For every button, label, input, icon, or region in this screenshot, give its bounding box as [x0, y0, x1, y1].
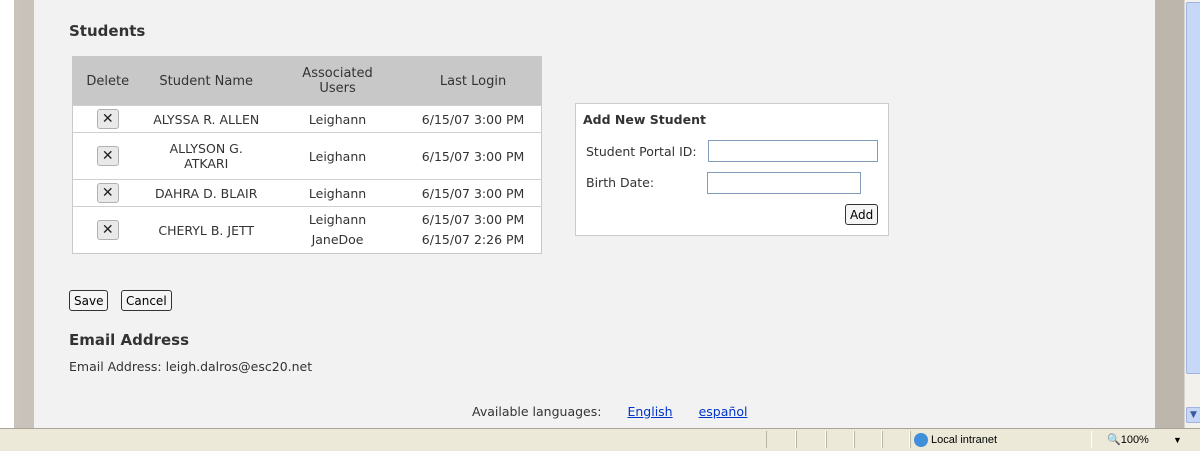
zoom-magnifier-icon: 🔍 — [1107, 434, 1121, 446]
languages-bar: Available languages: English español — [472, 404, 747, 419]
zoom-level[interactable]: 🔍100% — [1107, 432, 1149, 448]
associated-users-cell: Leighann — [269, 179, 406, 207]
delete-cell: ✕ — [72, 105, 143, 133]
page-content: Students Delete Student Name Associated … — [34, 0, 1155, 428]
save-button[interactable]: Save — [69, 290, 109, 311]
last-login-cell: 6/15/07 3:00 PM — [405, 179, 542, 207]
zoom-dropdown-icon[interactable]: ▼ — [1173, 432, 1182, 448]
students-table: Delete Student Name Associated Users Las… — [72, 56, 542, 254]
student-portal-id-input[interactable] — [708, 140, 878, 162]
left-margin-border — [14, 0, 20, 428]
table-row: ✕ ALLYSON G. ATKARI Leighann 6/15/07 3:0… — [72, 132, 542, 180]
delete-student-button[interactable]: ✕ — [96, 220, 119, 240]
delete-cell: ✕ — [72, 132, 143, 180]
left-margin — [0, 0, 14, 428]
add-new-student-title: Add New Student — [583, 112, 706, 127]
birth-date-input[interactable] — [707, 172, 861, 194]
student-portal-id-label: Student Portal ID: — [586, 144, 697, 159]
status-bar: Local intranet 🔍100% ▼ — [0, 428, 1200, 451]
add-new-student-panel: Add New Student Student Portal ID: Birth… — [575, 103, 889, 236]
security-zone-label: Local intranet — [931, 434, 998, 446]
scrollbar-thumb[interactable] — [1186, 2, 1200, 374]
associated-users-cell: Leighann — [269, 132, 406, 180]
column-header-student-name: Student Name — [142, 56, 270, 106]
table-row: ✕ ALYSSA R. ALLEN Leighann 6/15/07 3:00 … — [72, 105, 542, 133]
delete-student-button[interactable]: ✕ — [96, 146, 119, 166]
last-login-cell: 6/15/07 3:00 PM — [405, 105, 542, 133]
delete-cell: ✕ — [72, 206, 143, 254]
email-heading: Email Address — [69, 331, 190, 349]
status-cell — [826, 431, 854, 448]
table-row: ✕ DAHRA D. BLAIR Leighann 6/15/07 3:00 P… — [72, 179, 542, 207]
associated-users-cell: Leighann — [269, 105, 406, 133]
intranet-globe-icon — [914, 433, 928, 448]
associated-users-cell: Leighann JaneDoe — [269, 206, 406, 254]
delete-student-button[interactable]: ✕ — [96, 109, 119, 129]
table-header-row: Delete Student Name Associated Users Las… — [72, 56, 542, 106]
last-login-cell: 6/15/07 3:00 PM — [405, 132, 542, 180]
scroll-down-arrow-icon[interactable]: ▼ — [1186, 407, 1200, 423]
vertical-scrollbar[interactable]: ▼ — [1184, 0, 1200, 428]
add-student-button[interactable]: Add — [845, 204, 879, 225]
status-cell — [854, 431, 882, 448]
student-name-cell: DAHRA D. BLAIR — [142, 179, 270, 207]
right-margin — [1155, 0, 1184, 428]
column-header-associated-users: Associated Users — [269, 56, 406, 106]
language-link-english[interactable]: English — [627, 404, 672, 419]
birth-date-label: Birth Date: — [586, 175, 655, 190]
student-name-cell: CHERYL B. JETT — [142, 206, 270, 254]
zoom-level-label: 100% — [1120, 434, 1149, 446]
delete-student-button[interactable]: ✕ — [96, 183, 119, 203]
student-name-cell: ALYSSA R. ALLEN — [142, 105, 270, 133]
status-cell — [796, 431, 826, 448]
column-header-last-login: Last Login — [405, 56, 542, 106]
email-address-text: Email Address: leigh.dalros@esc20.net — [69, 359, 313, 374]
column-header-delete: Delete — [72, 56, 143, 106]
student-name-cell: ALLYSON G. ATKARI — [142, 132, 270, 180]
students-heading: Students — [69, 22, 146, 40]
delete-cell: ✕ — [72, 179, 143, 207]
available-languages-label: Available languages: — [472, 404, 602, 419]
security-zone: Local intranet — [914, 432, 997, 448]
last-login-cell: 6/15/07 3:00 PM 6/15/07 2:26 PM — [405, 206, 542, 254]
cancel-button[interactable]: Cancel — [121, 290, 172, 311]
status-cell — [766, 431, 796, 448]
table-row: ✕ CHERYL B. JETT Leighann JaneDoe 6/15/0… — [72, 206, 542, 254]
language-link-espanol[interactable]: español — [699, 404, 748, 419]
status-cell — [882, 431, 910, 448]
